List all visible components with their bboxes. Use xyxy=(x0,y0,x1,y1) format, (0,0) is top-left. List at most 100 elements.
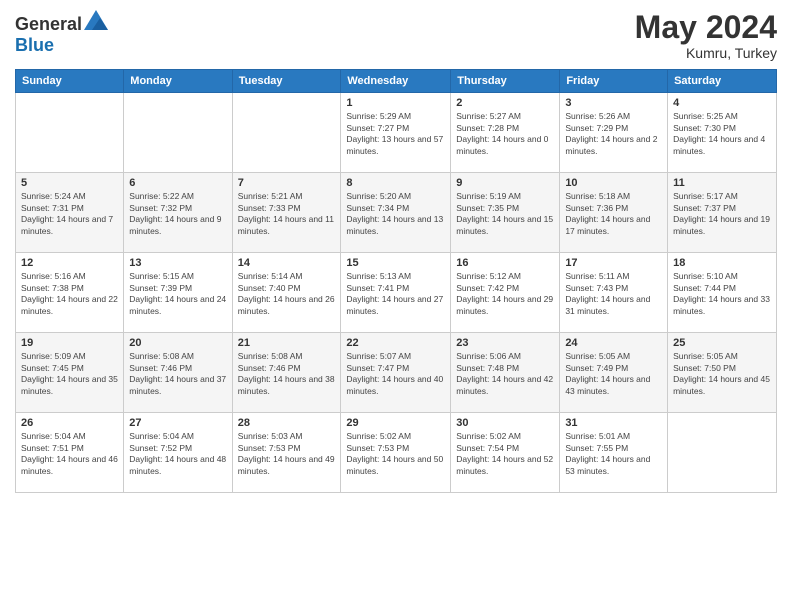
day-info: Sunrise: 5:12 AM Sunset: 7:42 PM Dayligh… xyxy=(456,271,554,317)
day-number: 10 xyxy=(565,177,662,189)
day-info: Sunrise: 5:05 AM Sunset: 7:49 PM Dayligh… xyxy=(565,351,662,397)
day-number: 13 xyxy=(129,257,226,269)
day-info: Sunrise: 5:17 AM Sunset: 7:37 PM Dayligh… xyxy=(673,191,771,237)
day-info: Sunrise: 5:14 AM Sunset: 7:40 PM Dayligh… xyxy=(238,271,336,317)
day-number: 31 xyxy=(565,417,662,429)
day-info: Sunrise: 5:20 AM Sunset: 7:34 PM Dayligh… xyxy=(346,191,445,237)
day-number: 15 xyxy=(346,257,445,269)
table-row xyxy=(232,93,341,173)
table-row: 12Sunrise: 5:16 AM Sunset: 7:38 PM Dayli… xyxy=(16,253,124,333)
day-number: 26 xyxy=(21,417,118,429)
logo-text: General Blue xyxy=(15,10,108,56)
table-row: 21 Sunrise: 5:08 AM Sunset: 7:46 PM Dayli… xyxy=(232,333,341,413)
table-row: 26 Sunrise: 5:04 AM Sunset: 7:51 PM Dayli… xyxy=(16,413,124,493)
day-number: 3 xyxy=(565,97,662,109)
day-number: 20 xyxy=(129,337,226,349)
day-info: Sunrise: 5:22 AM Sunset: 7:32 PM Dayligh… xyxy=(129,191,226,237)
table-row: 25 Sunrise: 5:05 AM Sunset: 7:50 PM Dayli… xyxy=(668,333,777,413)
table-row: 2Sunrise: 5:27 AM Sunset: 7:28 PM Daylig… xyxy=(451,93,560,173)
calendar-table: Sunday Monday Tuesday Wednesday Thursday… xyxy=(15,69,777,493)
day-number: 16 xyxy=(456,257,554,269)
day-info: Sunrise: 5:01 AM Sunset: 7:55 PM Dayligh… xyxy=(565,431,662,477)
header-thursday: Thursday xyxy=(451,70,560,93)
table-row: 23Sunrise: 5:06 AM Sunset: 7:48 PM Dayli… xyxy=(451,333,560,413)
day-number: 19 xyxy=(21,337,118,349)
calendar-header-row: Sunday Monday Tuesday Wednesday Thursday… xyxy=(16,70,777,93)
day-number: 30 xyxy=(456,417,554,429)
table-row xyxy=(16,93,124,173)
day-info: Sunrise: 5:13 AM Sunset: 7:41 PM Dayligh… xyxy=(346,271,445,317)
day-number: 7 xyxy=(238,177,336,189)
table-row: 28 Sunrise: 5:03 AM Sunset: 7:53 PM Dayli… xyxy=(232,413,341,493)
table-row: 19 Sunrise: 5:09 AM Sunset: 7:45 PM Dayli… xyxy=(16,333,124,413)
header-sunday: Sunday xyxy=(16,70,124,93)
day-info: Sunrise: 5:24 AM Sunset: 7:31 PM Dayligh… xyxy=(21,191,118,237)
day-number: 11 xyxy=(673,177,771,189)
calendar-week-row: 1Sunrise: 5:29 AM Sunset: 7:27 PM Daylig… xyxy=(16,93,777,173)
day-info: Sunrise: 5:02 AM Sunset: 7:54 PM Dayligh… xyxy=(456,431,554,477)
header-monday: Monday xyxy=(124,70,232,93)
header-tuesday: Tuesday xyxy=(232,70,341,93)
table-row xyxy=(668,413,777,493)
logo-icon xyxy=(84,10,108,30)
day-info: Sunrise: 5:05 AM Sunset: 7:50 PM Dayligh… xyxy=(673,351,771,397)
day-info: Sunrise: 5:08 AM Sunset: 7:46 PM Dayligh… xyxy=(129,351,226,397)
day-info: Sunrise: 5:03 AM Sunset: 7:53 PM Dayligh… xyxy=(238,431,336,477)
calendar-week-row: 12Sunrise: 5:16 AM Sunset: 7:38 PM Dayli… xyxy=(16,253,777,333)
day-info: Sunrise: 5:25 AM Sunset: 7:30 PM Dayligh… xyxy=(673,111,771,157)
day-info: Sunrise: 5:10 AM Sunset: 7:44 PM Dayligh… xyxy=(673,271,771,317)
day-number: 17 xyxy=(565,257,662,269)
day-number: 23 xyxy=(456,337,554,349)
day-number: 9 xyxy=(456,177,554,189)
table-row: 10 Sunrise: 5:18 AM Sunset: 7:36 PM Dayli… xyxy=(560,173,668,253)
day-number: 18 xyxy=(673,257,771,269)
table-row: 20 Sunrise: 5:08 AM Sunset: 7:46 PM Dayli… xyxy=(124,333,232,413)
logo: General Blue xyxy=(15,10,108,56)
table-row: 1Sunrise: 5:29 AM Sunset: 7:27 PM Daylig… xyxy=(341,93,451,173)
table-row: 3 Sunrise: 5:26 AM Sunset: 7:29 PM Daylig… xyxy=(560,93,668,173)
table-row: 17Sunrise: 5:11 AM Sunset: 7:43 PM Dayli… xyxy=(560,253,668,333)
day-number: 5 xyxy=(21,177,118,189)
table-row: 13 Sunrise: 5:15 AM Sunset: 7:39 PM Dayli… xyxy=(124,253,232,333)
day-info: Sunrise: 5:16 AM Sunset: 7:38 PM Dayligh… xyxy=(21,271,118,317)
day-info: Sunrise: 5:21 AM Sunset: 7:33 PM Dayligh… xyxy=(238,191,336,237)
table-row: 22 Sunrise: 5:07 AM Sunset: 7:47 PM Dayli… xyxy=(341,333,451,413)
day-info: Sunrise: 5:08 AM Sunset: 7:46 PM Dayligh… xyxy=(238,351,336,397)
day-info: Sunrise: 5:09 AM Sunset: 7:45 PM Dayligh… xyxy=(21,351,118,397)
header: General Blue May 2024 Kumru, Turkey xyxy=(15,10,777,61)
table-row: 11 Sunrise: 5:17 AM Sunset: 7:37 PM Dayli… xyxy=(668,173,777,253)
day-number: 4 xyxy=(673,97,771,109)
day-info: Sunrise: 5:04 AM Sunset: 7:51 PM Dayligh… xyxy=(21,431,118,477)
logo-general: General xyxy=(15,14,82,34)
day-number: 2 xyxy=(456,97,554,109)
table-row: 5 Sunrise: 5:24 AM Sunset: 7:31 PM Daylig… xyxy=(16,173,124,253)
table-row: 9 Sunrise: 5:19 AM Sunset: 7:35 PM Daylig… xyxy=(451,173,560,253)
day-info: Sunrise: 5:18 AM Sunset: 7:36 PM Dayligh… xyxy=(565,191,662,237)
day-info: Sunrise: 5:26 AM Sunset: 7:29 PM Dayligh… xyxy=(565,111,662,157)
day-info: Sunrise: 5:07 AM Sunset: 7:47 PM Dayligh… xyxy=(346,351,445,397)
page: General Blue May 2024 Kumru, Turkey Sund… xyxy=(0,0,792,612)
day-number: 28 xyxy=(238,417,336,429)
header-friday: Friday xyxy=(560,70,668,93)
table-row: 24Sunrise: 5:05 AM Sunset: 7:49 PM Dayli… xyxy=(560,333,668,413)
table-row: 6Sunrise: 5:22 AM Sunset: 7:32 PM Daylig… xyxy=(124,173,232,253)
day-number: 22 xyxy=(346,337,445,349)
day-info: Sunrise: 5:15 AM Sunset: 7:39 PM Dayligh… xyxy=(129,271,226,317)
table-row: 31 Sunrise: 5:01 AM Sunset: 7:55 PM Dayli… xyxy=(560,413,668,493)
day-number: 25 xyxy=(673,337,771,349)
day-info: Sunrise: 5:29 AM Sunset: 7:27 PM Dayligh… xyxy=(346,111,445,157)
table-row: 15 Sunrise: 5:13 AM Sunset: 7:41 PM Dayli… xyxy=(341,253,451,333)
day-number: 27 xyxy=(129,417,226,429)
table-row: 14 Sunrise: 5:14 AM Sunset: 7:40 PM Dayli… xyxy=(232,253,341,333)
header-saturday: Saturday xyxy=(668,70,777,93)
calendar-week-row: 5 Sunrise: 5:24 AM Sunset: 7:31 PM Daylig… xyxy=(16,173,777,253)
table-row: 16 Sunrise: 5:12 AM Sunset: 7:42 PM Dayli… xyxy=(451,253,560,333)
day-number: 21 xyxy=(238,337,336,349)
month-year: May 2024 xyxy=(635,10,777,45)
table-row: 29Sunrise: 5:02 AM Sunset: 7:53 PM Dayli… xyxy=(341,413,451,493)
calendar-week-row: 26 Sunrise: 5:04 AM Sunset: 7:51 PM Dayli… xyxy=(16,413,777,493)
day-info: Sunrise: 5:19 AM Sunset: 7:35 PM Dayligh… xyxy=(456,191,554,237)
day-number: 14 xyxy=(238,257,336,269)
table-row: 8Sunrise: 5:20 AM Sunset: 7:34 PM Daylig… xyxy=(341,173,451,253)
table-row: 4 Sunrise: 5:25 AM Sunset: 7:30 PM Daylig… xyxy=(668,93,777,173)
